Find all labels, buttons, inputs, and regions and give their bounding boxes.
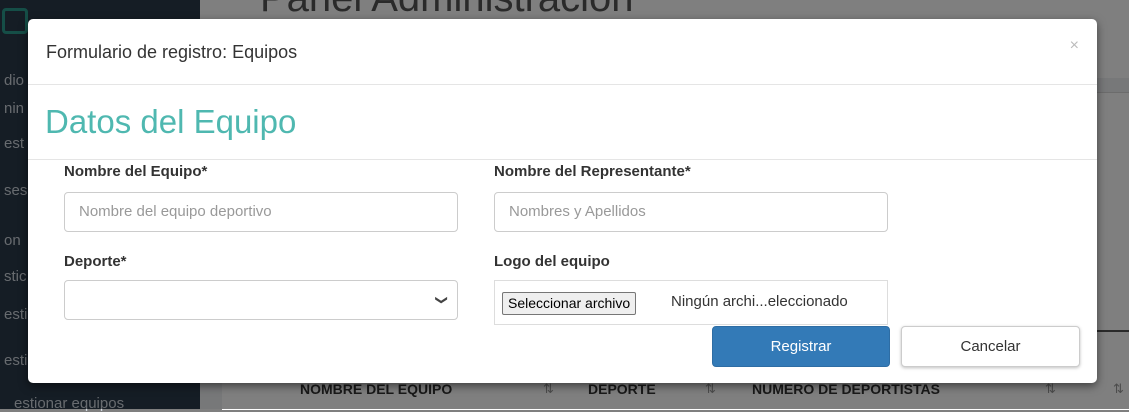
registration-modal: Formulario de registro: Equipos × Datos … [28, 19, 1097, 383]
modal-title: Formulario de registro: Equipos [46, 42, 298, 62]
logo-file-input[interactable]: Seleccionar archivo Ningún archi...elecc… [494, 280, 888, 325]
team-name-input[interactable]: Nombre del equipo deportivo [64, 192, 458, 232]
team-name-label: Nombre del Equipo* [64, 163, 208, 180]
section-divider [28, 159, 1097, 160]
close-icon[interactable]: × [1070, 37, 1079, 55]
modal-header: Formulario de registro: Equipos × [28, 19, 1097, 85]
representative-label: Nombre del Representante* [494, 163, 691, 180]
chevron-down-icon: ❯ [434, 294, 449, 306]
sport-select[interactable]: ❯ [64, 280, 458, 320]
file-status-text: Ningún archi...eleccionado [671, 293, 848, 310]
choose-file-button[interactable]: Seleccionar archivo [502, 292, 637, 315]
representative-input[interactable]: Nombres y Apellidos [494, 192, 888, 232]
sport-label: Deporte* [64, 253, 127, 270]
section-title: Datos del Equipo [45, 103, 297, 140]
cancel-button[interactable]: Cancelar [901, 326, 1080, 367]
logo-label: Logo del equipo [494, 253, 610, 270]
register-button[interactable]: Registrar [712, 326, 890, 367]
